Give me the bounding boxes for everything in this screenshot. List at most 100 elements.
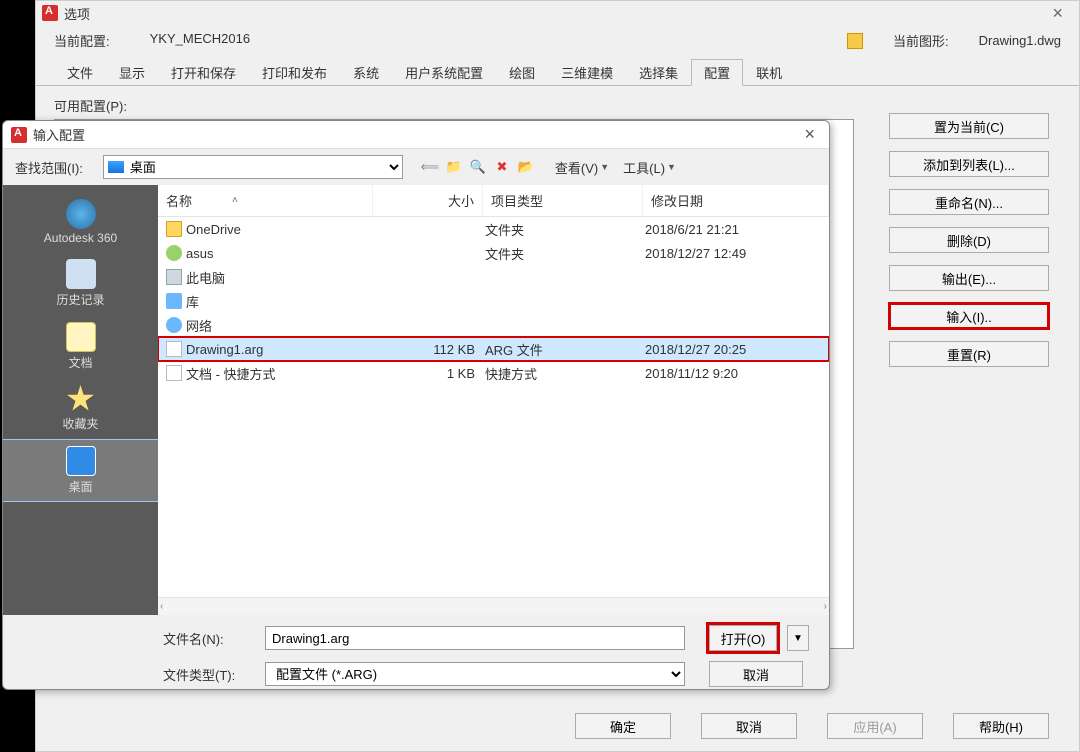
file-icon (166, 365, 182, 381)
file-name: asus (186, 246, 213, 261)
file-row[interactable]: OneDrive文件夹2018/6/21 21:21 (158, 217, 829, 241)
help-button[interactable]: 帮助(H) (953, 713, 1049, 739)
file-rows[interactable]: OneDrive文件夹2018/6/21 21:21asus文件夹2018/12… (158, 217, 829, 597)
sidebar-label: 历史记录 (56, 291, 104, 308)
rename-button[interactable]: 重命名(N)... (889, 189, 1049, 215)
profile-info-row: 当前配置: YKY_MECH2016 当前图形: Drawing1.dwg (36, 25, 1079, 56)
sort-asc-icon: ˄ (232, 195, 238, 206)
filetype-label: 文件类型(T): (163, 665, 255, 684)
desktop-icon (66, 446, 96, 476)
net-icon (166, 317, 182, 333)
file-date: 2018/12/27 12:49 (645, 246, 829, 261)
file-toolbar: 查找范围(I): 桌面 ⟸ 📁 🔍 ✖ 📂 查看(V) ▼ 工具(L) ▼ (3, 149, 829, 185)
sidebar-label: 文档 (68, 354, 92, 371)
col-type[interactable]: 项目类型 (483, 185, 643, 216)
sidebar-label: Autodesk 360 (44, 231, 117, 245)
tab-显示[interactable]: 显示 (106, 59, 158, 86)
file-cancel-button[interactable]: 取消 (709, 661, 803, 687)
reset-button[interactable]: 重置(R) (889, 341, 1049, 367)
file-row[interactable]: 库 (158, 289, 829, 313)
cloud-icon (66, 199, 96, 229)
sidebar-history[interactable]: 历史记录 (3, 253, 158, 314)
file-list: 名称 ˄ 大小 项目类型 修改日期 OneDrive文件夹2018/6/21 2… (158, 185, 829, 615)
file-type: ARG 文件 (485, 340, 645, 359)
options-close-icon[interactable]: × (1042, 3, 1073, 24)
file-dialog-close-icon[interactable]: × (798, 124, 821, 145)
tab-配置[interactable]: 配置 (691, 59, 743, 86)
tab-系统[interactable]: 系统 (340, 59, 392, 86)
file-type: 文件夹 (485, 244, 645, 263)
sidebar-fav[interactable]: 收藏夹 (3, 379, 158, 438)
col-date[interactable]: 修改日期 (643, 185, 829, 216)
file-row[interactable]: Drawing1.arg 112 KBARG 文件2018/12/27 20:25 (158, 337, 829, 361)
tools-menu[interactable]: 工具(L) ▼ (623, 158, 676, 177)
file-name: 网络 (186, 316, 212, 335)
tab-用户系统配置[interactable]: 用户系统配置 (392, 59, 496, 86)
file-type: 快捷方式 (485, 364, 645, 383)
sidebar-desktop[interactable]: 桌面 (3, 440, 158, 501)
file-date: 2018/6/21 21:21 (645, 222, 829, 237)
open-dropdown-button[interactable]: ▼ (787, 625, 809, 651)
file-row[interactable]: 网络 (158, 313, 829, 337)
tab-选择集[interactable]: 选择集 (626, 59, 691, 86)
current-drawing-value: Drawing1.dwg (979, 33, 1061, 48)
pc-icon (166, 269, 182, 285)
filename-label: 文件名(N): (163, 629, 255, 648)
lib-icon (166, 293, 182, 309)
import-button[interactable]: 输入(I).. (889, 303, 1049, 329)
set-current-button[interactable]: 置为当前(C) (889, 113, 1049, 139)
file-dialog-titlebar: 输入配置 × (3, 121, 829, 149)
places-sidebar: Autodesk 360 历史记录文档收藏夹桌面 (3, 185, 158, 615)
tab-打印和发布[interactable]: 打印和发布 (249, 59, 340, 86)
file-name: 文档 - 快捷方式 (186, 364, 276, 383)
cancel-button[interactable]: 取消 (701, 713, 797, 739)
col-name[interactable]: 名称 (166, 191, 192, 210)
file-footer: 文件名(N): 打开(O) ▼ 文件类型(T): 配置文件 (*.ARG) 取消 (3, 615, 829, 690)
apply-button[interactable]: 应用(A) (827, 713, 923, 739)
sidebar-label: 收藏夹 (62, 415, 98, 432)
filename-input[interactable] (265, 626, 685, 650)
search-icon[interactable]: 🔍 (469, 158, 487, 176)
location-dropdown[interactable]: 桌面 (103, 155, 403, 179)
file-row[interactable]: 文档 - 快捷方式 1 KB快捷方式2018/11/12 9:20 (158, 361, 829, 385)
docs-icon (66, 322, 96, 352)
sidebar-docs[interactable]: 文档 (3, 316, 158, 377)
tab-打开和保存[interactable]: 打开和保存 (158, 59, 249, 86)
col-size[interactable]: 大小 (373, 185, 483, 216)
ok-button[interactable]: 确定 (575, 713, 671, 739)
profile-buttons-column: 置为当前(C) 添加到列表(L)... 重命名(N)... 删除(D) 输出(E… (889, 113, 1049, 367)
add-to-list-button[interactable]: 添加到列表(L)... (889, 151, 1049, 177)
new-folder-icon[interactable]: 📂 (517, 158, 535, 176)
tab-三维建模[interactable]: 三维建模 (548, 59, 626, 86)
horizontal-scrollbar[interactable]: ‹› (158, 597, 829, 615)
open-button[interactable]: 打开(O) (709, 625, 777, 651)
export-button[interactable]: 输出(E)... (889, 265, 1049, 291)
file-name: Drawing1.arg (186, 342, 263, 357)
back-icon[interactable]: ⟸ (421, 158, 439, 176)
file-list-header[interactable]: 名称 ˄ 大小 项目类型 修改日期 (158, 185, 829, 217)
file-name: OneDrive (186, 222, 241, 237)
tab-文件[interactable]: 文件 (54, 59, 106, 86)
toolbar-icons: ⟸ 📁 🔍 ✖ 📂 (421, 158, 535, 176)
file-name: 库 (186, 292, 199, 311)
file-size: 112 KB (373, 342, 485, 357)
up-folder-icon[interactable]: 📁 (445, 158, 463, 176)
tab-联机[interactable]: 联机 (743, 59, 795, 86)
folder-icon (166, 221, 182, 237)
view-menu[interactable]: 查看(V) ▼ (555, 158, 609, 177)
file-open-dialog: 输入配置 × 查找范围(I): 桌面 ⟸ 📁 🔍 ✖ 📂 查看(V) ▼ 工具(… (2, 120, 830, 690)
delete-icon[interactable]: ✖ (493, 158, 511, 176)
sidebar-cloud[interactable]: Autodesk 360 (3, 193, 158, 251)
tab-绘图[interactable]: 绘图 (496, 59, 548, 86)
file-row[interactable]: asus 文件夹2018/12/27 12:49 (158, 241, 829, 265)
file-name: 此电脑 (186, 268, 225, 287)
file-date: 2018/12/27 20:25 (645, 342, 829, 357)
current-drawing-label: 当前图形: (893, 31, 949, 50)
delete-button[interactable]: 删除(D) (889, 227, 1049, 253)
file-size: 1 KB (373, 366, 485, 381)
file-date: 2018/11/12 9:20 (645, 366, 829, 381)
current-profile-value: YKY_MECH2016 (150, 31, 250, 50)
file-row[interactable]: 此电脑 (158, 265, 829, 289)
filetype-dropdown[interactable]: 配置文件 (*.ARG) (265, 662, 685, 686)
options-tabstrip: 文件显示打开和保存打印和发布系统用户系统配置绘图三维建模选择集配置联机 (36, 58, 1079, 86)
